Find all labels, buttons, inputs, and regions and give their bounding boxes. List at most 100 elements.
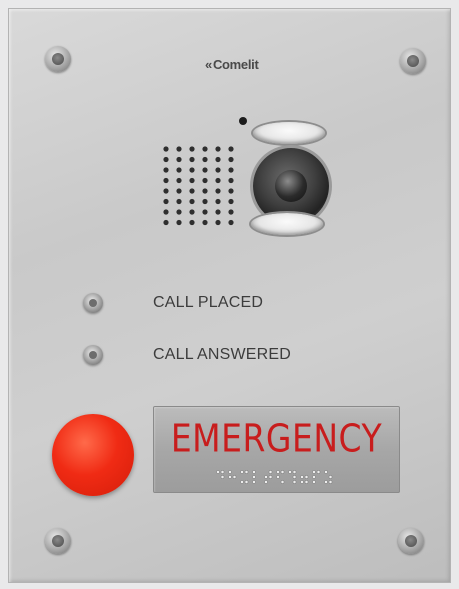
grill-hole (202, 156, 208, 163)
braille-dot (288, 470, 292, 474)
call-answered-indicator-icon (83, 345, 103, 365)
grill-hole (176, 188, 182, 194)
grill-hole (228, 156, 234, 163)
braille-dot (328, 475, 333, 479)
braille-dot (240, 470, 244, 474)
braille-dot (300, 475, 304, 479)
braille-dot (228, 470, 232, 474)
grill-hole (215, 146, 221, 152)
braille-dot (252, 475, 256, 479)
braille-dot (264, 475, 268, 479)
brand-logo: «Comelit (205, 57, 259, 72)
grill-hole (189, 209, 195, 215)
screw-top-right-icon (400, 48, 426, 74)
grill-hole (189, 188, 195, 194)
grill-hole (228, 167, 234, 173)
grill-hole (189, 177, 195, 184)
braille-dot (276, 475, 280, 479)
braille-dot (252, 480, 256, 484)
grill-hole (176, 167, 182, 173)
braille-dot (280, 470, 285, 474)
grill-hole (202, 177, 208, 184)
emergency-call-button[interactable] (52, 414, 134, 496)
braille-dot (220, 475, 225, 479)
grill-hole (163, 219, 169, 226)
braille-dot (304, 475, 309, 479)
grill-hole (163, 188, 169, 194)
grill-hole (189, 198, 195, 205)
grill-hole (215, 219, 221, 226)
grill-hole (163, 146, 169, 152)
braille-dot (312, 480, 316, 484)
braille-dot (240, 480, 244, 484)
braille-dot (264, 480, 268, 484)
screw-bottom-right-icon (398, 528, 424, 554)
braille-dot (300, 480, 304, 484)
grill-hole (189, 219, 195, 226)
grill-hole (202, 188, 208, 194)
brand-name: Comelit (212, 57, 259, 72)
braille-dot (244, 470, 249, 474)
braille-dot (232, 475, 237, 479)
ir-light-bottom-icon (251, 213, 323, 235)
braille-icon (215, 469, 339, 487)
grill-hole (202, 219, 208, 226)
braille-dot (324, 480, 328, 484)
call-placed-indicator-icon (83, 293, 103, 313)
grill-hole (163, 167, 169, 173)
grill-hole (215, 167, 221, 173)
grill-hole (202, 209, 208, 215)
grill-hole (176, 156, 182, 163)
grill-hole (228, 198, 234, 205)
grill-hole (176, 219, 182, 226)
emergency-sign: EMERGENCY (153, 406, 400, 493)
grill-hole (189, 146, 195, 152)
grill-hole (215, 156, 221, 163)
braille-dot (268, 475, 273, 479)
camera-lens-icon (275, 170, 307, 202)
braille-dot (304, 480, 309, 484)
braille-dot (292, 470, 297, 474)
grill-hole (176, 198, 182, 205)
speaker-grill-icon (160, 143, 238, 227)
grill-hole (215, 177, 221, 184)
ir-light-top-icon (253, 122, 325, 144)
grill-hole (163, 177, 169, 184)
grill-hole (176, 209, 182, 215)
grill-hole (228, 209, 234, 215)
grill-hole (202, 198, 208, 205)
braille-dot (244, 480, 249, 484)
microphone-icon (239, 117, 247, 125)
grill-hole (215, 198, 221, 205)
braille-dot (312, 470, 316, 474)
braille-dot (268, 470, 273, 474)
braille-dot (316, 470, 321, 474)
grill-hole (228, 188, 234, 194)
screw-bottom-left-icon (45, 528, 71, 554)
braille-dot (292, 480, 297, 484)
grill-hole (163, 198, 169, 205)
braille-dot (220, 470, 225, 474)
braille-dot (216, 470, 220, 474)
grill-hole (163, 156, 169, 163)
emergency-sign-text: EMERGENCY (170, 416, 383, 461)
braille-dot (292, 475, 297, 479)
braille-dot (280, 480, 285, 484)
braille-dot (276, 470, 280, 474)
call-answered-label: CALL ANSWERED (153, 346, 292, 363)
grill-hole (176, 177, 182, 184)
grill-hole (215, 209, 221, 215)
grill-hole (228, 177, 234, 184)
grill-hole (202, 167, 208, 173)
grill-hole (228, 219, 234, 226)
grill-hole (228, 146, 234, 152)
braille-dot (312, 475, 316, 479)
grill-hole (176, 146, 182, 152)
grill-hole (215, 188, 221, 194)
screw-top-left-icon (45, 46, 71, 72)
grill-hole (189, 167, 195, 173)
grill-hole (163, 209, 169, 215)
braille-dot (328, 480, 333, 484)
brand-chevron-icon: « (205, 57, 212, 72)
call-placed-label: CALL PLACED (153, 294, 264, 311)
